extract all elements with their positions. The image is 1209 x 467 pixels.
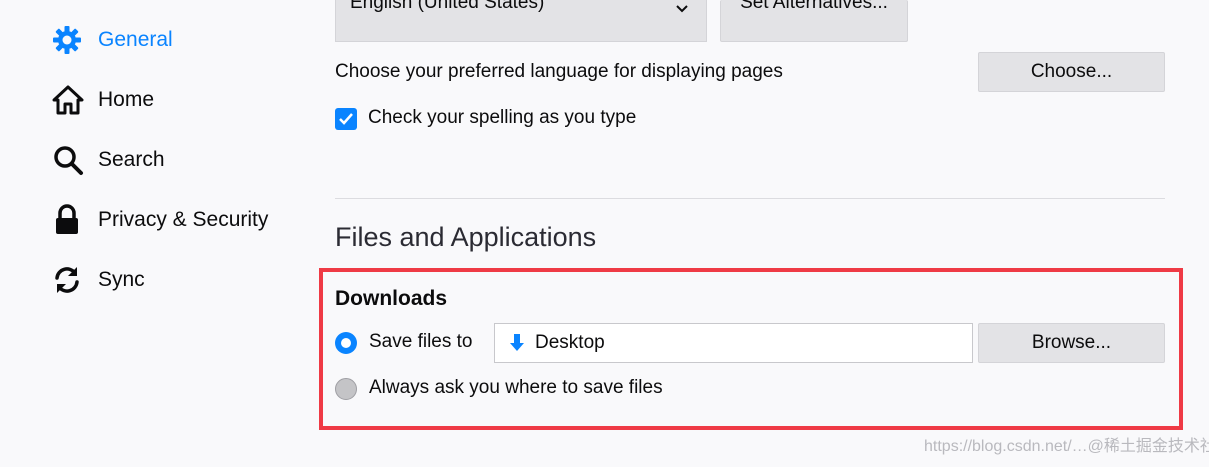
choose-language-label: Choose... bbox=[1030, 61, 1113, 82]
sidebar-item-label: General bbox=[98, 28, 173, 51]
sidebar: General Home Search Privacy & Security S… bbox=[0, 0, 300, 467]
language-select[interactable]: English (United States) bbox=[335, 0, 707, 42]
chevron-down-icon bbox=[676, 0, 688, 18]
sidebar-item-label: Privacy & Security bbox=[98, 208, 269, 231]
downloads-highlight-box bbox=[319, 268, 1183, 430]
sidebar-item-general[interactable]: General bbox=[52, 20, 173, 60]
sidebar-item-home[interactable]: Home bbox=[52, 80, 154, 120]
sidebar-item-label: Sync bbox=[98, 268, 145, 291]
sidebar-item-privacy[interactable]: Privacy & Security bbox=[52, 200, 268, 240]
section-divider bbox=[335, 198, 1165, 199]
set-alternatives-button[interactable]: Set Alternatives... bbox=[720, 0, 908, 42]
search-icon bbox=[52, 144, 88, 176]
lock-icon bbox=[52, 204, 88, 236]
spell-check-label: Check your spelling as you type bbox=[368, 107, 637, 128]
sidebar-item-label: Home bbox=[98, 88, 155, 111]
watermark: https://blog.csdn.net/…@稀土掘金技术社区 bbox=[924, 438, 1209, 455]
sidebar-item-label: Search bbox=[98, 148, 165, 171]
sidebar-item-search[interactable]: Search bbox=[52, 140, 165, 180]
spell-check-checkbox[interactable] bbox=[335, 108, 357, 130]
choose-language-button[interactable]: Choose... bbox=[978, 52, 1165, 92]
home-icon bbox=[52, 84, 88, 116]
files-applications-heading: Files and Applications bbox=[335, 222, 597, 252]
language-select-value: English (United States) bbox=[350, 0, 545, 13]
sync-icon bbox=[52, 264, 88, 296]
gear-icon bbox=[52, 24, 88, 56]
sidebar-item-sync[interactable]: Sync bbox=[52, 260, 145, 300]
language-pages-label: Choose your preferred language for displ… bbox=[335, 61, 783, 82]
set-alternatives-label: Set Alternatives... bbox=[740, 0, 888, 13]
checkmark-icon bbox=[339, 113, 353, 125]
